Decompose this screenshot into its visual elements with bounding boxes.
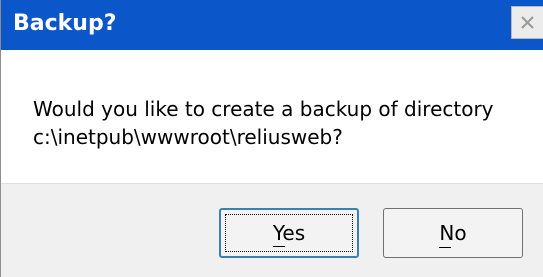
no-button[interactable]: No bbox=[383, 208, 523, 258]
backup-dialog: Backup? Would you like to create a backu… bbox=[0, 0, 543, 277]
message-line-1: Would you like to create a backup of dir… bbox=[33, 97, 494, 121]
accelerator-underline bbox=[272, 246, 285, 247]
yes-button-label: Yes bbox=[272, 210, 306, 256]
no-label-text: No bbox=[439, 221, 467, 245]
accelerator-underline bbox=[439, 247, 452, 248]
dialog-title: Backup? bbox=[13, 11, 117, 36]
button-bar: Yes No bbox=[1, 183, 543, 277]
no-button-label: No bbox=[439, 209, 467, 257]
message-line-2: c:\inetpub\wwwroot\reliusweb? bbox=[33, 125, 343, 149]
message-area: Would you like to create a backup of dir… bbox=[1, 50, 543, 183]
dialog-message: Would you like to create a backup of dir… bbox=[33, 95, 533, 151]
title-bar[interactable]: Backup? bbox=[1, 0, 543, 50]
close-button[interactable] bbox=[511, 6, 543, 39]
yes-label-text: Yes bbox=[272, 221, 306, 245]
close-icon bbox=[521, 16, 534, 29]
yes-button[interactable]: Yes bbox=[219, 208, 359, 258]
